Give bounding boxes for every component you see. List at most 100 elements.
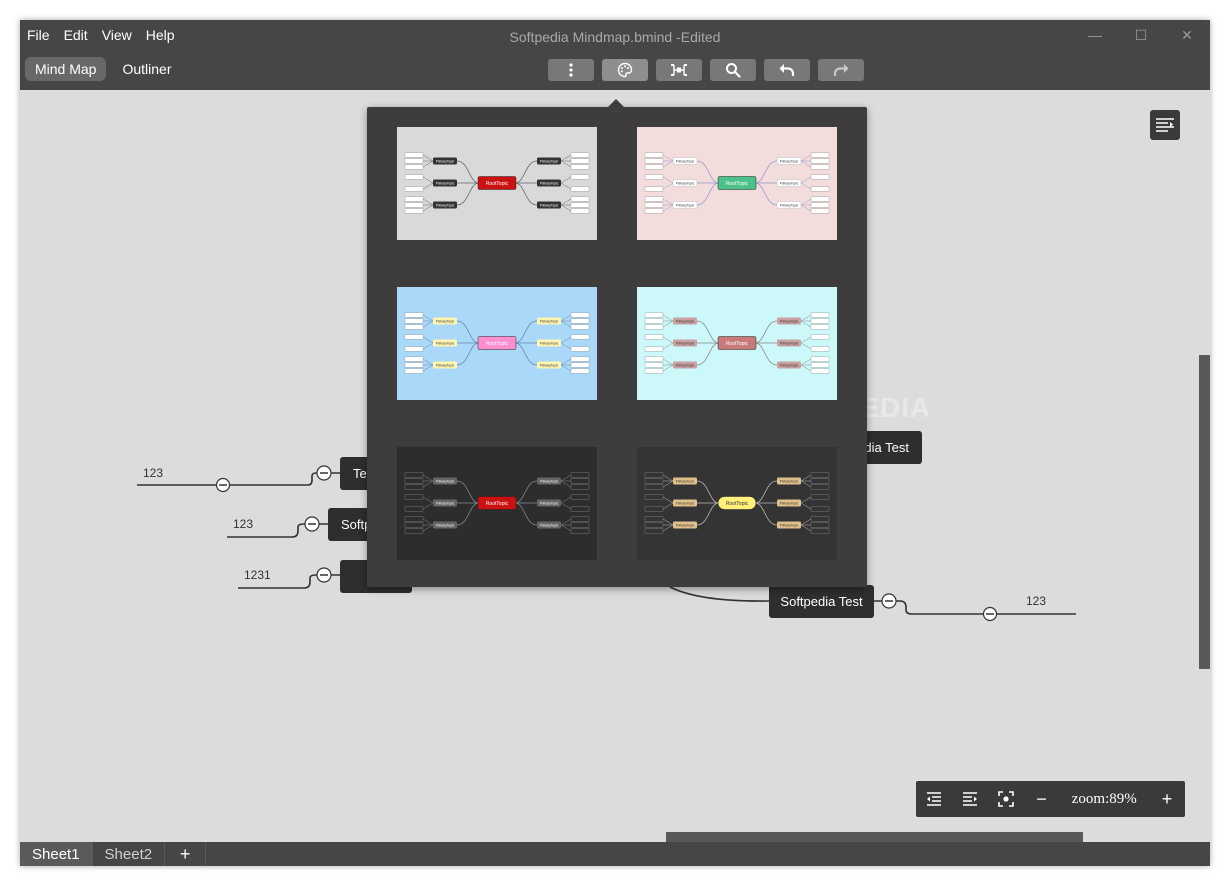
leaf-topic-label[interactable]: 1231 <box>244 568 271 582</box>
theme-button[interactable] <box>602 59 648 81</box>
leaf-topic-label[interactable]: 123 <box>143 466 163 480</box>
sheet-tab-sheet1[interactable]: Sheet1 <box>20 842 93 866</box>
preview-subtopic <box>810 356 830 362</box>
preview-subtopic <box>404 202 424 208</box>
preview-subtopic <box>404 324 424 330</box>
preview-subtopic <box>404 472 424 478</box>
preview-subtopic <box>570 368 590 374</box>
preview-subtopic <box>810 318 830 324</box>
preview-subtopic <box>810 484 830 490</box>
preview-subtopic <box>810 186 830 192</box>
search-button[interactable] <box>710 59 756 81</box>
preview-subtopic <box>644 356 664 362</box>
preview-subtopic <box>570 528 590 534</box>
theme-preview: PrimaryTopic PrimaryTopic PrimaryTopic Prim… <box>637 447 837 560</box>
preview-subtopic <box>570 318 590 324</box>
preview-subtopic <box>644 346 664 352</box>
preview-subtopic <box>810 152 830 158</box>
preview-subtopic <box>644 202 664 208</box>
theme-option[interactable]: PrimaryTopic PrimaryTopic PrimaryTopic Prim… <box>637 287 837 400</box>
outline-icon <box>1156 118 1174 132</box>
preview-primary-label: PrimaryTopic <box>780 364 799 368</box>
preview-subtopic <box>570 196 590 202</box>
theme-option[interactable]: PrimaryTopic PrimaryTopic PrimaryTopic Prim… <box>397 127 597 240</box>
preview-subtopic <box>570 158 590 164</box>
preview-subtopic <box>570 346 590 352</box>
maximize-button[interactable]: ☐ <box>1118 20 1164 50</box>
theme-option[interactable]: PrimaryTopic PrimaryTopic PrimaryTopic Prim… <box>397 447 597 560</box>
minimize-button[interactable]: — <box>1072 20 1118 50</box>
preview-subtopic <box>644 324 664 330</box>
preview-subtopic <box>644 196 664 202</box>
preview-primary-label: PrimaryTopic <box>436 480 455 484</box>
preview-subtopic <box>404 516 424 522</box>
preview-subtopic <box>404 152 424 158</box>
theme-preview: PrimaryTopic PrimaryTopic PrimaryTopic Prim… <box>397 127 597 240</box>
vertical-scrollbar[interactable] <box>1199 355 1210 669</box>
preview-subtopic <box>404 174 424 180</box>
theme-preview: PrimaryTopic PrimaryTopic PrimaryTopic Prim… <box>637 287 837 400</box>
preview-subtopic <box>810 202 830 208</box>
preview-subtopic <box>570 506 590 512</box>
preview-subtopic <box>570 324 590 330</box>
preview-subtopic <box>404 334 424 340</box>
window-controls: — ☐ ✕ <box>1072 20 1210 50</box>
preview-subtopic <box>404 158 424 164</box>
preview-subtopic <box>404 312 424 318</box>
theme-option[interactable]: PrimaryTopic PrimaryTopic PrimaryTopic Prim… <box>637 447 837 560</box>
close-button[interactable]: ✕ <box>1164 20 1210 50</box>
tab-outliner[interactable]: Outliner <box>112 57 181 81</box>
leaf-topic-label[interactable]: 123 <box>1026 594 1046 608</box>
preview-subtopic <box>644 158 664 164</box>
preview-subtopic <box>404 362 424 368</box>
preview-primary-label: PrimaryTopic <box>436 204 455 208</box>
preview-subtopic <box>810 506 830 512</box>
preview-primary-label: PrimaryTopic <box>436 524 455 528</box>
preview-subtopic <box>810 346 830 352</box>
preview-subtopic <box>404 346 424 352</box>
preview-primary-label: PrimaryTopic <box>540 364 559 368</box>
expand-all-button[interactable] <box>952 781 988 817</box>
fit-to-screen-button[interactable] <box>988 781 1024 817</box>
outline-panel-button[interactable] <box>1150 110 1180 140</box>
preview-subtopic <box>810 174 830 180</box>
preview-subtopic <box>810 494 830 500</box>
zoom-in-button[interactable]: + <box>1149 781 1185 817</box>
redo-button[interactable] <box>818 59 864 81</box>
preview-subtopic <box>404 368 424 374</box>
structure-button[interactable] <box>656 59 702 81</box>
preview-subtopic <box>644 494 664 500</box>
preview-primary-label: PrimaryTopic <box>780 182 799 186</box>
preview-primary-label: PrimaryTopic <box>780 342 799 346</box>
tab-mind-map[interactable]: Mind Map <box>25 57 107 81</box>
mindmap-canvas[interactable]: 123 123 1231 123 Te Softp dia Test Softp… <box>20 90 1210 842</box>
preview-primary-label: PrimaryTopic <box>780 160 799 164</box>
undo-button[interactable] <box>764 59 810 81</box>
sheet-tab-sheet2[interactable]: Sheet2 <box>93 842 166 866</box>
horizontal-scrollbar[interactable] <box>666 832 1083 842</box>
theme-option[interactable]: PrimaryTopic PrimaryTopic PrimaryTopic Prim… <box>637 127 837 240</box>
preview-subtopic <box>644 174 664 180</box>
zoom-out-button[interactable]: − <box>1024 781 1060 817</box>
preview-primary-label: PrimaryTopic <box>676 480 695 484</box>
preview-subtopic <box>644 478 664 484</box>
leaf-topic-label[interactable]: 123 <box>233 517 253 531</box>
topic-node[interactable]: Softpedia Test <box>769 585 874 618</box>
add-sheet-button[interactable]: + <box>165 842 207 866</box>
theme-option[interactable]: PrimaryTopic PrimaryTopic PrimaryTopic Prim… <box>397 287 597 400</box>
collapse-all-button[interactable] <box>916 781 952 817</box>
preview-primary-label: PrimaryTopic <box>436 342 455 346</box>
main-toolbar <box>548 59 872 81</box>
preview-subtopic <box>810 158 830 164</box>
app-window: File Edit View Help Softpedia Mindmap.bm… <box>20 20 1210 866</box>
preview-root-label: RootTopic <box>486 501 509 507</box>
preview-subtopic <box>404 506 424 512</box>
connection-line <box>669 586 770 602</box>
preview-root-label: RootTopic <box>486 341 509 347</box>
more-button[interactable] <box>548 59 594 81</box>
title-bar: File Edit View Help Softpedia Mindmap.bm… <box>20 20 1210 90</box>
preview-subtopic <box>644 472 664 478</box>
preview-primary-label: PrimaryTopic <box>436 364 455 368</box>
preview-primary-label: PrimaryTopic <box>540 204 559 208</box>
search-icon <box>726 63 741 78</box>
